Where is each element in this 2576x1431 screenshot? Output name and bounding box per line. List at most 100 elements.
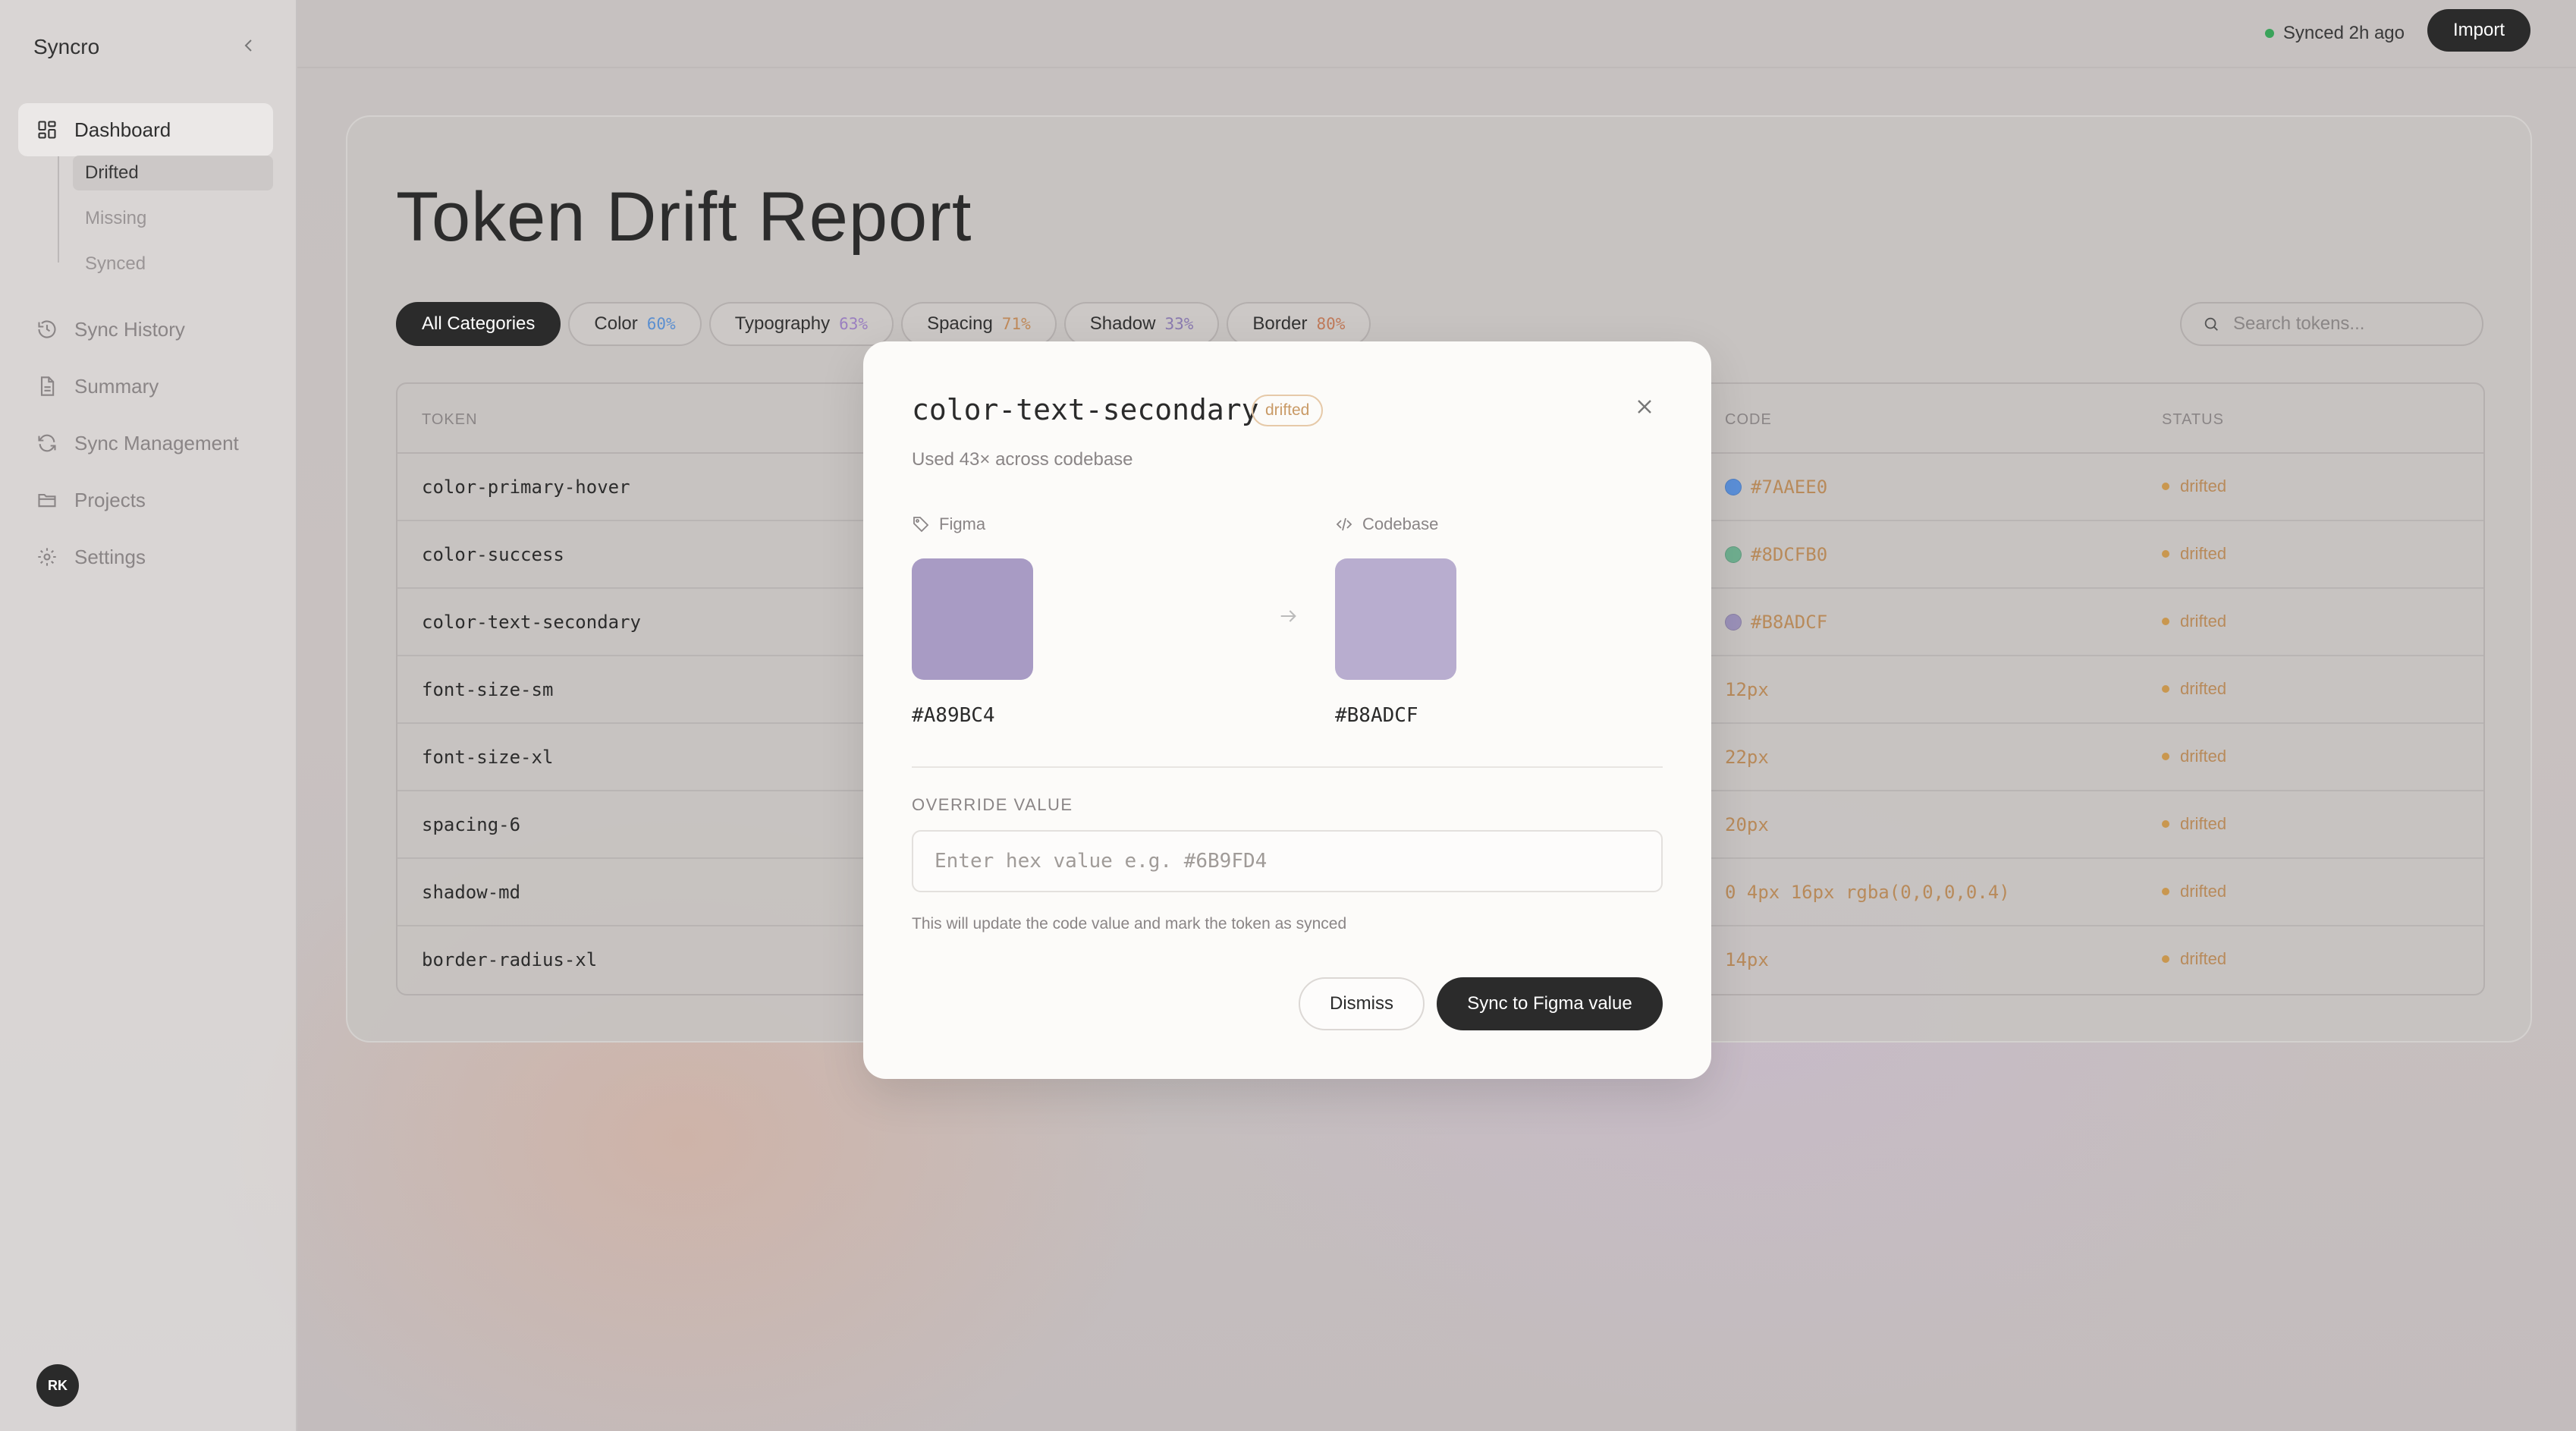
codebase-label-text: Codebase (1362, 514, 1439, 533)
chip-border[interactable]: Border 80% (1227, 302, 1371, 346)
status-dot-icon (2162, 685, 2169, 693)
figma-color-swatch (912, 558, 1033, 680)
sidebar-item-sync-history[interactable]: Sync History (18, 303, 273, 356)
chip-all-categories[interactable]: All Categories (396, 302, 561, 346)
chip-spacing[interactable]: Spacing 71% (901, 302, 1057, 346)
figma-label-text: Figma (939, 514, 986, 533)
sidebar-item-summary[interactable]: Summary (18, 360, 273, 413)
token-name: shadow-md (422, 882, 521, 903)
chip-percent: 80% (1316, 315, 1346, 333)
gear-icon (38, 548, 56, 566)
code-value-text: 0 4px 16px rgba(0,0,0,0.4) (1725, 882, 2010, 903)
subitem-label: Missing (85, 208, 147, 228)
app-name: Syncro (33, 35, 100, 58)
token-name: color-text-secondary (422, 612, 641, 633)
code-value-text: #B8ADCF (1751, 612, 1828, 633)
status-text: drifted (2180, 747, 2227, 766)
chip-label: Shadow (1089, 313, 1156, 334)
status-dot-icon (2264, 29, 2274, 38)
tag-icon (913, 517, 929, 533)
chip-percent: 71% (1001, 315, 1031, 333)
status-cell: drifted (2162, 949, 2226, 969)
folder-icon (38, 493, 56, 508)
token-name: spacing-6 (422, 814, 521, 835)
header-code: CODE (1725, 411, 1772, 428)
status-cell: drifted (2162, 747, 2226, 766)
header-token: TOKEN (422, 411, 478, 428)
code-value: 22px (1725, 747, 1769, 768)
color-swatch-icon (1725, 479, 1742, 495)
codebase-label: Codebase (1335, 514, 1438, 534)
refresh-icon (38, 434, 56, 452)
status-dot-icon (2162, 753, 2169, 760)
sidebar-item-projects[interactable]: Projects (18, 473, 273, 527)
chip-percent: 63% (839, 315, 869, 333)
sidebar-subitem-missing[interactable]: Missing (73, 201, 273, 236)
search-input[interactable]: Search tokens... (2180, 302, 2483, 346)
color-swatch-icon (1725, 546, 1742, 563)
sidebar-subitem-synced[interactable]: Synced (73, 247, 273, 281)
modal-title: color-text-secondary (912, 393, 1259, 426)
sidebar-item-settings[interactable]: Settings (18, 530, 273, 583)
history-icon (38, 320, 56, 338)
code-icon (1336, 517, 1352, 531)
avatar[interactable]: RK (36, 1364, 79, 1407)
override-hex-input[interactable] (912, 830, 1663, 892)
sidebar-item-label: Dashboard (74, 118, 171, 141)
arrow-right-icon (1280, 610, 1296, 622)
divider (912, 766, 1663, 768)
grid-icon (38, 121, 56, 139)
codebase-hex: #B8ADCF (1335, 704, 1418, 727)
token-name: border-radius-xl (422, 949, 598, 970)
import-button[interactable]: Import (2427, 9, 2530, 52)
chip-typography[interactable]: Typography 63% (708, 302, 894, 346)
status-text: drifted (2180, 882, 2227, 901)
sidebar-item-sync-management[interactable]: Sync Management (18, 417, 273, 470)
sidebar-subitem-drifted[interactable]: Drifted (73, 156, 273, 190)
chip-percent: 33% (1164, 315, 1194, 333)
code-value-text: 20px (1725, 814, 1769, 835)
dismiss-button[interactable]: Dismiss (1299, 977, 1425, 1030)
code-value-text: 12px (1725, 679, 1769, 700)
sidebar-item-label: Sync Management (74, 431, 239, 454)
status-dot-icon (2162, 955, 2169, 963)
code-value: 20px (1725, 814, 1769, 835)
chip-color[interactable]: Color 60% (568, 302, 702, 346)
status-text: drifted (2180, 679, 2227, 698)
help-text: This will update the code value and mark… (912, 915, 1347, 933)
code-value: 14px (1725, 949, 1769, 970)
topbar: Synced 2h ago Import (297, 0, 2576, 68)
sync-status-text: Synced 2h ago (2282, 23, 2405, 43)
search-placeholder: Search tokens... (2233, 313, 2365, 334)
subitem-label: Synced (85, 253, 146, 274)
sync-to-figma-button[interactable]: Sync to Figma value (1437, 977, 1663, 1030)
code-value-text: 14px (1725, 949, 1769, 970)
subitem-label: Drifted (85, 162, 139, 183)
sidebar-item-dashboard[interactable]: Dashboard (18, 103, 273, 156)
chip-label: Border (1252, 313, 1308, 334)
close-icon[interactable] (1632, 395, 1657, 419)
codebase-color-swatch (1335, 558, 1456, 680)
status-dot-icon (2162, 618, 2169, 625)
token-name: color-success (422, 544, 564, 565)
chip-label: Spacing (927, 313, 993, 334)
status-dot-icon (2162, 483, 2169, 490)
code-value-text: #7AAEE0 (1751, 476, 1828, 498)
figma-label: Figma (912, 514, 985, 534)
status-cell: drifted (2162, 544, 2226, 564)
figma-hex: #A89BC4 (912, 704, 995, 727)
token-name: color-primary-hover (422, 476, 630, 498)
token-name: font-size-xl (422, 747, 554, 768)
status-dot-icon (2162, 820, 2169, 828)
status-text: drifted (2180, 949, 2227, 968)
category-filter: All Categories Color 60% Typography 63% Sp… (396, 302, 1371, 346)
status-cell: drifted (2162, 814, 2226, 834)
chip-label: All Categories (422, 313, 536, 334)
status-dot-icon (2162, 888, 2169, 895)
chevron-left-icon[interactable] (240, 36, 258, 55)
chip-percent: 60% (646, 315, 676, 333)
sub-nav-line (58, 156, 59, 263)
code-value: 0 4px 16px rgba(0,0,0,0.4) (1725, 882, 2010, 903)
chip-shadow[interactable]: Shadow 33% (1063, 302, 1220, 346)
status-cell: drifted (2162, 476, 2226, 496)
